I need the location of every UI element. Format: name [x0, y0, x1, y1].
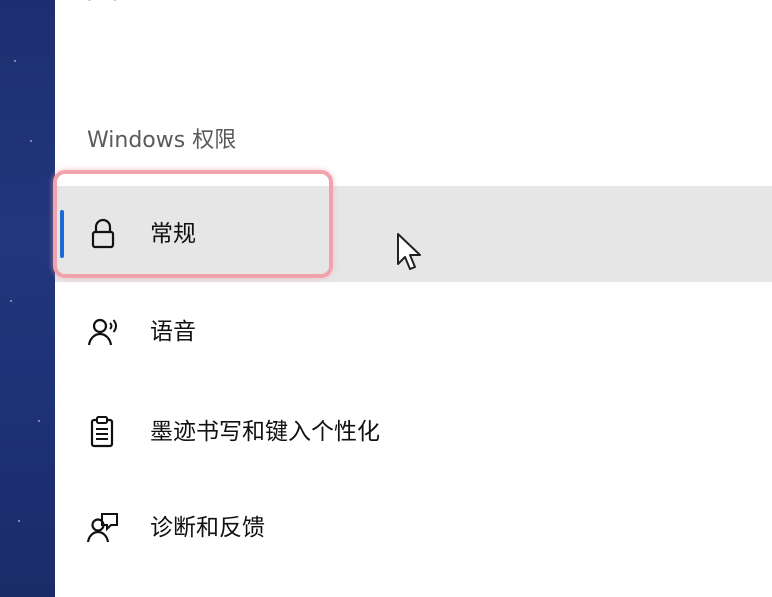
feedback-person-icon [86, 513, 118, 543]
desktop-star [38, 420, 40, 422]
sidebar-item-speech[interactable]: 语音 [55, 286, 772, 382]
speech-person-icon [87, 318, 117, 346]
section-title: Windows 权限 [87, 128, 237, 153]
sidebar-item-label: 诊断和反馈 [150, 515, 265, 541]
selection-indicator [60, 210, 64, 258]
settings-nav-panel: 隐私 Windows 权限 常规 语音 墨迹书写和键入个性化 [53, 0, 772, 597]
sidebar-item-label: 常规 [150, 221, 196, 247]
desktop-background [0, 0, 55, 597]
desktop-star [18, 520, 20, 522]
sidebar-item-diagnostics-feedback[interactable]: 诊断和反馈 [55, 480, 772, 576]
mouse-cursor-icon [397, 233, 421, 270]
desktop-star [14, 60, 16, 62]
sidebar-item-label: 墨迹书写和键入个性化 [150, 419, 380, 445]
sidebar-item-label: 语音 [150, 319, 196, 345]
desktop-star [10, 300, 12, 302]
clipboard-checklist-icon [90, 416, 114, 448]
page-title: 隐私 [87, 0, 131, 4]
lock-icon [91, 218, 115, 249]
desktop-star [30, 140, 32, 142]
sidebar-item-inking-typing[interactable]: 墨迹书写和键入个性化 [55, 384, 772, 480]
